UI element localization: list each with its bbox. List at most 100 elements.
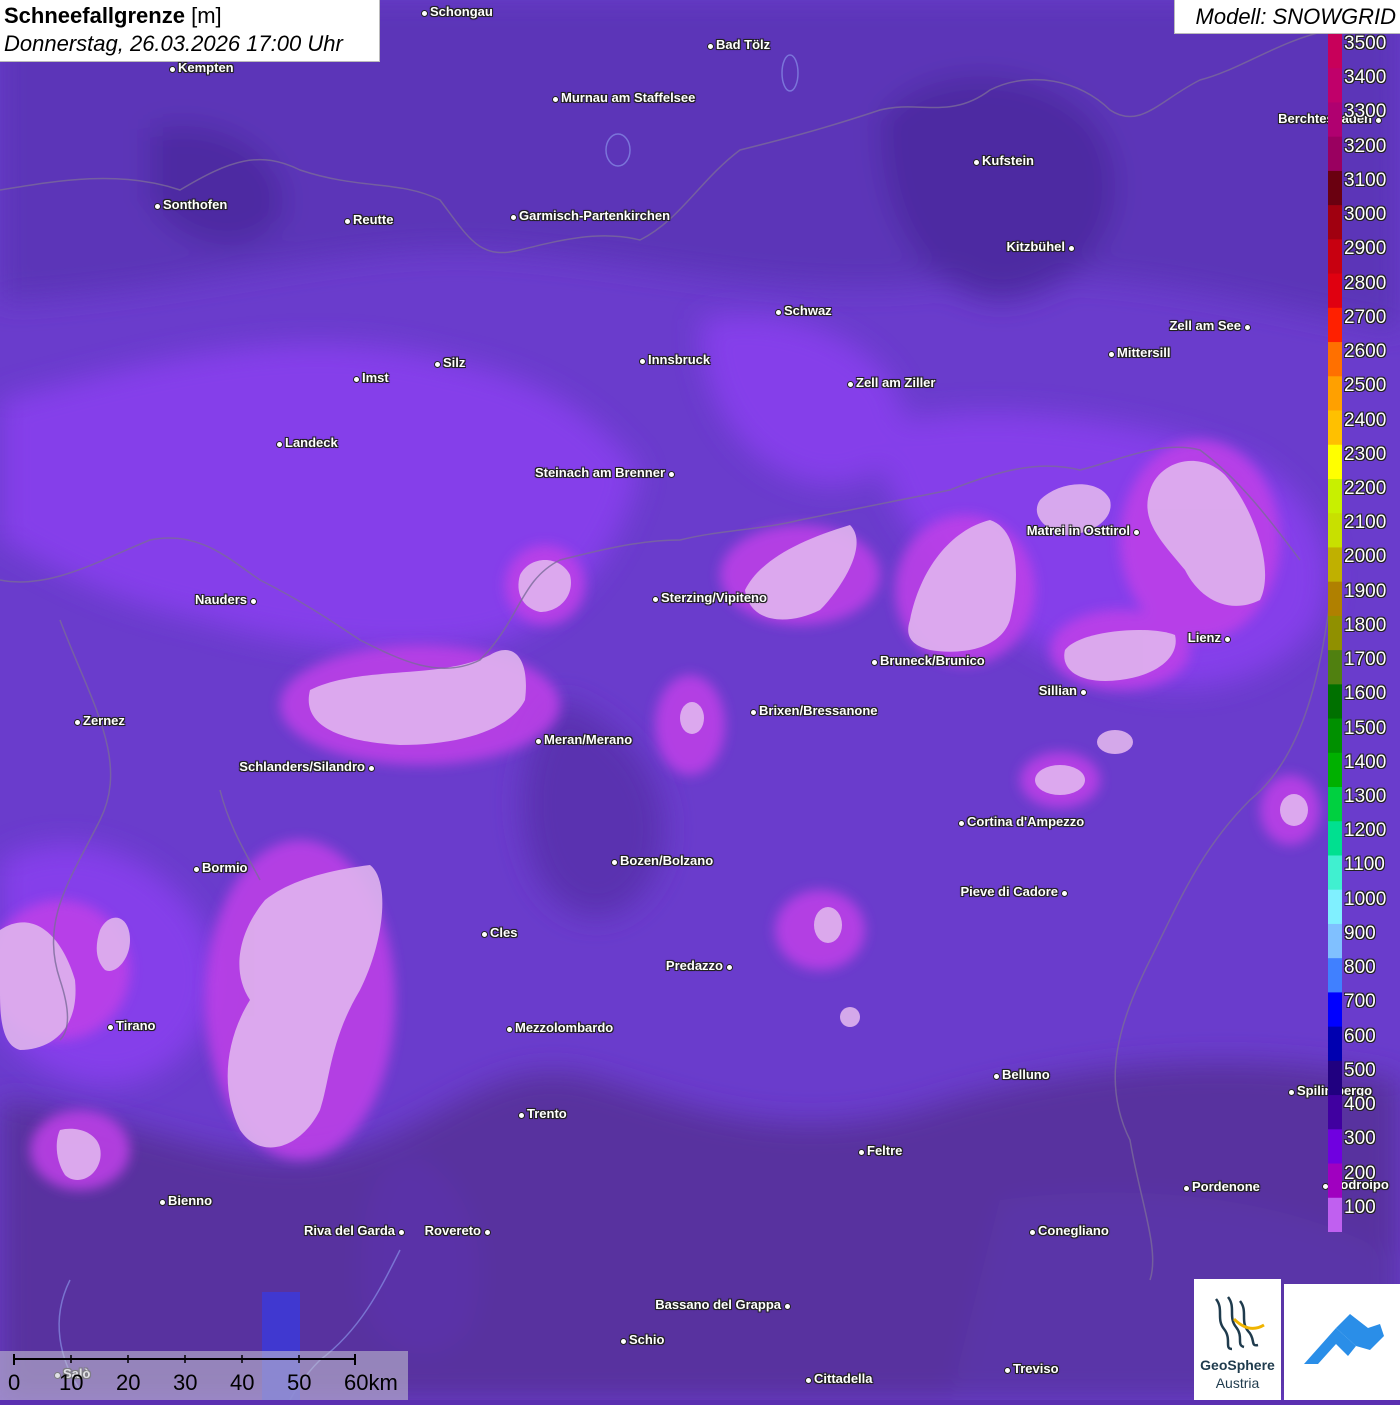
city-label[interactable]: Predazzo xyxy=(666,958,723,973)
city-marker[interactable] xyxy=(249,597,257,605)
city-marker[interactable] xyxy=(638,357,646,365)
city-label[interactable]: Steinach am Brenner xyxy=(535,465,665,480)
city-label[interactable]: Brixen/Bressanone xyxy=(759,703,878,718)
city-marker[interactable] xyxy=(667,470,675,478)
city-marker[interactable] xyxy=(275,440,283,448)
city-marker[interactable] xyxy=(420,9,428,17)
city-label[interactable]: Trento xyxy=(527,1106,567,1121)
city-marker[interactable] xyxy=(397,1228,405,1236)
city-marker[interactable] xyxy=(1243,323,1251,331)
city-label[interactable]: Kufstein xyxy=(982,153,1034,168)
city-label[interactable]: Sterzing/Vipiteno xyxy=(661,590,767,605)
city-label[interactable]: Zell am See xyxy=(1169,318,1241,333)
city-marker[interactable] xyxy=(1060,889,1068,897)
city-marker[interactable] xyxy=(158,1198,166,1206)
city-label[interactable]: Meran/Merano xyxy=(544,732,632,747)
city-marker[interactable] xyxy=(774,308,782,316)
city-label[interactable]: Bozen/Bolzano xyxy=(620,853,713,868)
city-label[interactable]: Innsbruck xyxy=(648,352,710,367)
legend-label: 3200 xyxy=(1344,135,1387,157)
city-label[interactable]: Matrei in Osttirol xyxy=(1027,523,1130,538)
city-label[interactable]: Sillian xyxy=(1039,683,1077,698)
city-marker[interactable] xyxy=(725,963,733,971)
city-marker[interactable] xyxy=(1223,635,1231,643)
city-label[interactable]: Kitzbühel xyxy=(1007,239,1066,254)
city-label[interactable]: Pieve di Cadore xyxy=(960,884,1058,899)
app-logo[interactable] xyxy=(1284,1284,1400,1400)
city-marker[interactable] xyxy=(804,1376,812,1384)
city-marker[interactable] xyxy=(619,1337,627,1345)
city-marker[interactable] xyxy=(706,42,714,50)
city-label[interactable]: Tirano xyxy=(116,1018,156,1033)
city-label[interactable]: Mittersill xyxy=(1117,345,1170,360)
city-label[interactable]: Murnau am Staffelsee xyxy=(561,90,695,105)
city-marker[interactable] xyxy=(610,858,618,866)
city-label[interactable]: Mezzolombardo xyxy=(515,1020,613,1035)
city-label[interactable]: Treviso xyxy=(1013,1361,1059,1376)
city-label[interactable]: Cles xyxy=(490,925,517,940)
city-label[interactable]: Feltre xyxy=(867,1143,902,1158)
city-marker[interactable] xyxy=(1132,528,1140,536)
city-marker[interactable] xyxy=(483,1228,491,1236)
city-marker[interactable] xyxy=(73,718,81,726)
city-label[interactable]: Bruneck/Brunico xyxy=(880,653,985,668)
city-label[interactable]: Schio xyxy=(629,1332,664,1347)
city-label[interactable]: Belluno xyxy=(1002,1067,1050,1082)
city-marker[interactable] xyxy=(433,360,441,368)
city-marker[interactable] xyxy=(192,865,200,873)
city-marker[interactable] xyxy=(651,595,659,603)
city-marker[interactable] xyxy=(992,1072,1000,1080)
city-label[interactable]: Nauders xyxy=(195,592,247,607)
city-label[interactable]: Bassano del Grappa xyxy=(655,1297,781,1312)
geosphere-logo[interactable]: GeoSphere Austria xyxy=(1194,1279,1281,1400)
city-marker[interactable] xyxy=(517,1111,525,1119)
city-marker[interactable] xyxy=(1003,1366,1011,1374)
city-marker[interactable] xyxy=(534,737,542,745)
city-marker[interactable] xyxy=(509,213,517,221)
city-label[interactable]: Reutte xyxy=(353,212,393,227)
city-label[interactable]: Conegliano xyxy=(1038,1223,1109,1238)
city-label[interactable]: Schongau xyxy=(430,4,493,19)
city-label[interactable]: Lienz xyxy=(1188,630,1221,645)
city-label[interactable]: Schlanders/Silandro xyxy=(239,759,365,774)
city-marker[interactable] xyxy=(106,1023,114,1031)
city-marker[interactable] xyxy=(857,1148,865,1156)
city-marker[interactable] xyxy=(1028,1228,1036,1236)
city-label[interactable]: Garmisch-Partenkirchen xyxy=(519,208,670,223)
city-label[interactable]: Schwaz xyxy=(784,303,832,318)
city-label[interactable]: Rovereto xyxy=(425,1223,481,1238)
city-marker[interactable] xyxy=(153,202,161,210)
city-marker[interactable] xyxy=(480,930,488,938)
city-marker[interactable] xyxy=(551,95,559,103)
city-marker[interactable] xyxy=(972,158,980,166)
city-label[interactable]: Silz xyxy=(443,355,465,370)
city-marker[interactable] xyxy=(505,1025,513,1033)
city-label[interactable]: Riva del Garda xyxy=(304,1223,395,1238)
city-marker[interactable] xyxy=(957,819,965,827)
city-label[interactable]: Landeck xyxy=(285,435,338,450)
city-marker[interactable] xyxy=(783,1302,791,1310)
city-marker[interactable] xyxy=(343,217,351,225)
city-label[interactable]: Zell am Ziller xyxy=(856,375,935,390)
city-marker[interactable] xyxy=(1107,350,1115,358)
city-marker[interactable] xyxy=(1182,1184,1190,1192)
city-label[interactable]: Bad Tölz xyxy=(716,37,770,52)
city-label[interactable]: Cortina d'Ampezzo xyxy=(967,814,1084,829)
city-marker[interactable] xyxy=(1067,244,1075,252)
city-label[interactable]: Bormio xyxy=(202,860,248,875)
city-marker[interactable] xyxy=(846,380,854,388)
city-marker[interactable] xyxy=(1079,688,1087,696)
city-label[interactable]: Cittadella xyxy=(814,1371,873,1386)
city-marker[interactable] xyxy=(870,658,878,666)
city-label[interactable]: Kempten xyxy=(178,60,234,75)
city-label[interactable]: Imst xyxy=(362,370,389,385)
city-label[interactable]: Zernez xyxy=(83,713,125,728)
city-marker[interactable] xyxy=(1287,1088,1295,1096)
city-marker[interactable] xyxy=(367,764,375,772)
city-label[interactable]: Sonthofen xyxy=(163,197,227,212)
city-marker[interactable] xyxy=(352,375,360,383)
city-label[interactable]: Pordenone xyxy=(1192,1179,1260,1194)
city-label[interactable]: Bienno xyxy=(168,1193,212,1208)
city-marker[interactable] xyxy=(749,708,757,716)
city-marker[interactable] xyxy=(168,65,176,73)
